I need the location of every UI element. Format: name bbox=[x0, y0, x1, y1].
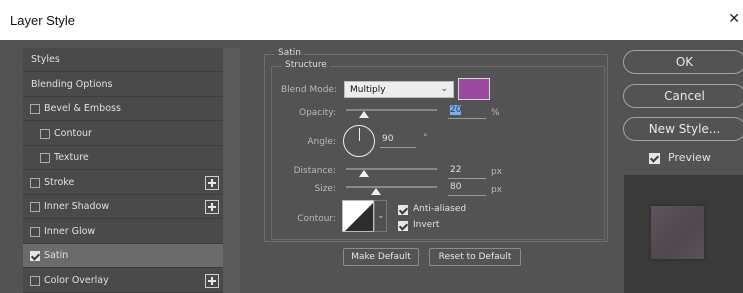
sidebar-item-label: Inner Glow bbox=[44, 225, 96, 237]
size-value: 80 bbox=[450, 182, 462, 192]
chevron-down-icon: ⌄ bbox=[440, 84, 448, 94]
sidebar-item-satin[interactable]: Satin bbox=[23, 244, 223, 268]
add-effect-plus-icon[interactable] bbox=[205, 200, 219, 214]
make-default-button[interactable]: Make Default bbox=[343, 248, 419, 266]
sidebar-item-label: Inner Shadow bbox=[44, 201, 110, 212]
ok-label: OK bbox=[675, 55, 694, 69]
make-default-label: Make Default bbox=[351, 252, 411, 262]
blend-color-swatch[interactable] bbox=[458, 78, 490, 100]
dialog-title: Layer Style bbox=[10, 13, 76, 28]
opacity-value: 20 bbox=[450, 105, 462, 115]
preview-label: Preview bbox=[668, 151, 711, 164]
sidebar-item-label: Contour bbox=[54, 127, 92, 139]
contour-picker[interactable] bbox=[342, 200, 374, 232]
close-icon[interactable]: ✕ bbox=[728, 11, 740, 27]
reset-to-default-label: Reset to Default bbox=[438, 252, 512, 262]
sidebar-item-bevel-emboss[interactable]: Bevel & Emboss bbox=[23, 97, 223, 121]
cancel-label: Cancel bbox=[664, 89, 705, 103]
contour-curve-icon bbox=[343, 201, 373, 231]
sidebar-checkbox[interactable] bbox=[30, 275, 40, 286]
sidebar-checkbox[interactable] bbox=[40, 153, 50, 163]
contour-dropdown[interactable]: ⌄ bbox=[374, 200, 387, 232]
sidebar-checkbox[interactable] bbox=[30, 104, 40, 114]
distance-value: 22 bbox=[450, 165, 462, 175]
angle-value: 90 bbox=[382, 134, 394, 144]
opacity-unit: % bbox=[491, 108, 500, 118]
sidebar-item-label: Styles bbox=[31, 54, 60, 65]
title-bar: Layer Style ✕ bbox=[0, 0, 743, 40]
angle-unit: ° bbox=[423, 133, 428, 143]
angle-input[interactable]: 90 bbox=[380, 134, 416, 148]
list-scroll-strip bbox=[223, 48, 240, 293]
distance-input[interactable]: 22 bbox=[448, 165, 486, 179]
sidebar-item-label: Texture bbox=[54, 152, 89, 163]
sidebar-checkbox[interactable] bbox=[30, 177, 40, 188]
sidebar-item-stroke[interactable]: Stroke bbox=[23, 171, 223, 195]
chevron-down-icon: ⌄ bbox=[377, 211, 385, 221]
distance-label: Distance: bbox=[293, 166, 336, 176]
sidebar-checkbox[interactable] bbox=[30, 202, 40, 212]
sidebar-item-color-overlay[interactable]: Color Overlay bbox=[23, 269, 223, 293]
ok-button[interactable]: OK bbox=[623, 50, 743, 74]
new-style-button[interactable]: New Style... bbox=[623, 117, 743, 141]
add-effect-plus-icon[interactable] bbox=[205, 175, 219, 190]
reset-to-default-button[interactable]: Reset to Default bbox=[429, 248, 521, 266]
satin-section-title: Satin bbox=[275, 48, 304, 58]
invert-check[interactable] bbox=[398, 221, 408, 231]
cancel-button[interactable]: Cancel bbox=[623, 84, 743, 108]
sidebar-item-label: Satin bbox=[44, 250, 69, 261]
blend-mode-value: Multiply bbox=[350, 85, 386, 95]
preview-panel bbox=[624, 175, 743, 293]
anti-aliased-check[interactable] bbox=[398, 205, 408, 215]
sidebar-item-inner-shadow[interactable]: Inner Shadow bbox=[23, 195, 223, 219]
angle-dial[interactable] bbox=[343, 125, 375, 157]
sidebar-checkbox[interactable] bbox=[30, 251, 40, 261]
size-unit: px bbox=[491, 185, 503, 195]
size-slider-track[interactable] bbox=[346, 186, 437, 188]
sidebar-item-texture[interactable]: Texture bbox=[23, 146, 223, 170]
distance-slider-thumb[interactable] bbox=[359, 170, 370, 177]
size-slider-thumb[interactable] bbox=[371, 188, 382, 195]
opacity-slider-thumb[interactable] bbox=[359, 111, 370, 118]
add-effect-plus-icon[interactable] bbox=[205, 273, 219, 288]
new-style-label: New Style... bbox=[648, 122, 721, 136]
sidebar-item-contour[interactable]: Contour bbox=[23, 122, 223, 146]
opacity-input[interactable]: 20 bbox=[448, 105, 486, 119]
sidebar-item-styles[interactable]: Styles bbox=[23, 48, 223, 72]
sidebar-item-inner-glow[interactable]: Inner Glow bbox=[23, 220, 223, 244]
sidebar-checkbox[interactable] bbox=[30, 226, 40, 237]
preview-check[interactable] bbox=[649, 153, 660, 164]
sidebar-item-blending-options[interactable]: Blending Options bbox=[23, 73, 223, 97]
blend-mode-select[interactable]: Multiply ⌄ bbox=[344, 81, 454, 98]
blend-mode-label: Blend Mode: bbox=[280, 85, 337, 95]
sidebar-item-label: Color Overlay bbox=[44, 274, 109, 286]
distance-unit: px bbox=[491, 167, 503, 177]
structure-title: Structure bbox=[282, 60, 330, 70]
sidebar-item-label: Bevel & Emboss bbox=[44, 103, 121, 114]
opacity-label: Opacity: bbox=[299, 108, 336, 118]
angle-label: Angle: bbox=[307, 137, 336, 147]
styles-list: Styles Blending Options Bevel & Emboss Cont… bbox=[23, 48, 223, 293]
size-input[interactable]: 80 bbox=[448, 182, 486, 196]
sidebar-checkbox[interactable] bbox=[40, 128, 50, 139]
invert-label: Invert bbox=[413, 220, 440, 230]
sidebar-item-label: Stroke bbox=[44, 176, 75, 188]
anti-aliased-label: Anti-aliased bbox=[413, 204, 467, 214]
preview-thumbnail bbox=[651, 206, 704, 259]
contour-label: Contour: bbox=[297, 214, 336, 224]
size-label: Size: bbox=[314, 184, 336, 194]
sidebar-item-label: Blending Options bbox=[31, 78, 113, 90]
